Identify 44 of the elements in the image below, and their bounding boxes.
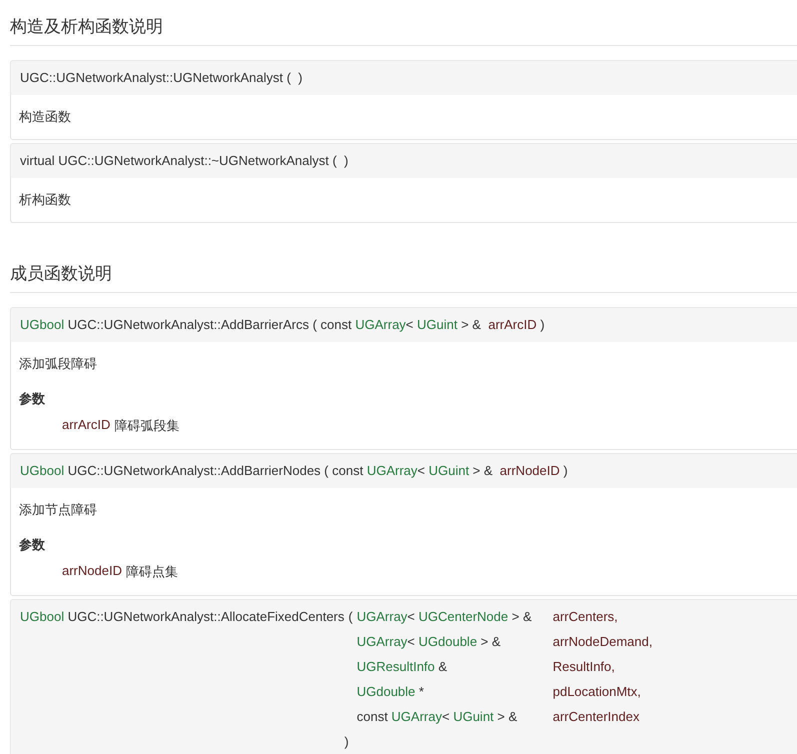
type-link[interactable]: UGArray (356, 609, 408, 624)
type-link[interactable]: UGuint (453, 709, 494, 724)
parameters-label: 参数 (19, 390, 46, 408)
description-text: 添加节点障碍 (19, 502, 98, 518)
parameter-name: ResultInfo, (552, 658, 616, 675)
parameter-name: arrCenters, (552, 608, 619, 625)
type-link[interactable]: UGdouble (418, 634, 478, 649)
section-heading: 成员函数说明 (10, 247, 797, 293)
type-link[interactable]: UGuint (417, 317, 458, 332)
parameters-label: 参数 (19, 536, 46, 554)
parameter-description: 障碍弧段集 (114, 417, 180, 435)
parameter-type: UGArray< UGCenterNode > & (356, 608, 533, 625)
function-signature: UGC::UGNetworkAnalyst::UGNetworkAnalyst ( ) (20, 70, 302, 85)
section-heading: 构造及析构函数说明 (10, 0, 797, 46)
parameter-name: arrNodeID (62, 563, 122, 580)
description-text: 添加弧段障碍 (19, 356, 98, 372)
function-signature: UGbool UGC::UGNetworkAnalyst::AddBarrierArcs ( const UGArray< UGuint > & arrArcID ) (20, 317, 545, 332)
parameter-type: UGdouble * (356, 683, 425, 700)
parameter-name: arrArcID (62, 417, 110, 434)
type-link[interactable]: UGbool (20, 317, 64, 332)
description-text: 析构函数 (19, 192, 72, 208)
type-link[interactable]: UGArray (356, 634, 408, 649)
function-signature: UGbool UGC::UGNetworkAnalyst::AddBarrierNodes ( const UGArray< UGuint > & arrNodeID ) (20, 463, 568, 478)
parameter-name: arrNodeDemand, (552, 633, 652, 650)
type-link[interactable]: UGArray (366, 463, 418, 478)
type-link[interactable]: UGResultInfo (356, 659, 435, 674)
type-link[interactable]: UGbool (20, 463, 64, 478)
parameter-description: 障碍点集 (126, 563, 178, 581)
type-link[interactable]: UGuint (428, 463, 470, 478)
type-link[interactable]: UGdouble (356, 684, 416, 699)
type-link[interactable]: UGArray (391, 709, 442, 724)
parameter-type: UGResultInfo & (356, 658, 448, 675)
description-text: 构造函数 (19, 109, 72, 125)
open-paren: ( (348, 609, 353, 624)
type-link[interactable]: UGArray (355, 317, 406, 332)
parameter-name: pdLocationMtx, (552, 683, 642, 700)
parameter-type: UGArray< UGdouble > & (356, 633, 502, 650)
parameter-name: arrCenterIndex (552, 708, 640, 725)
function-signature: virtual UGC::UGNetworkAnalyst::~UGNetworkAnalyst ( ) (20, 153, 348, 168)
type-link[interactable]: UGbool (20, 609, 64, 624)
function-name: UGbool UGC::UGNetworkAnalyst::AllocateFixedCenters (20, 608, 344, 625)
type-link[interactable]: UGCenterNode (418, 609, 508, 624)
parameter-type: const UGArray< UGuint > & (356, 708, 518, 725)
close-paren: ) (344, 733, 350, 750)
